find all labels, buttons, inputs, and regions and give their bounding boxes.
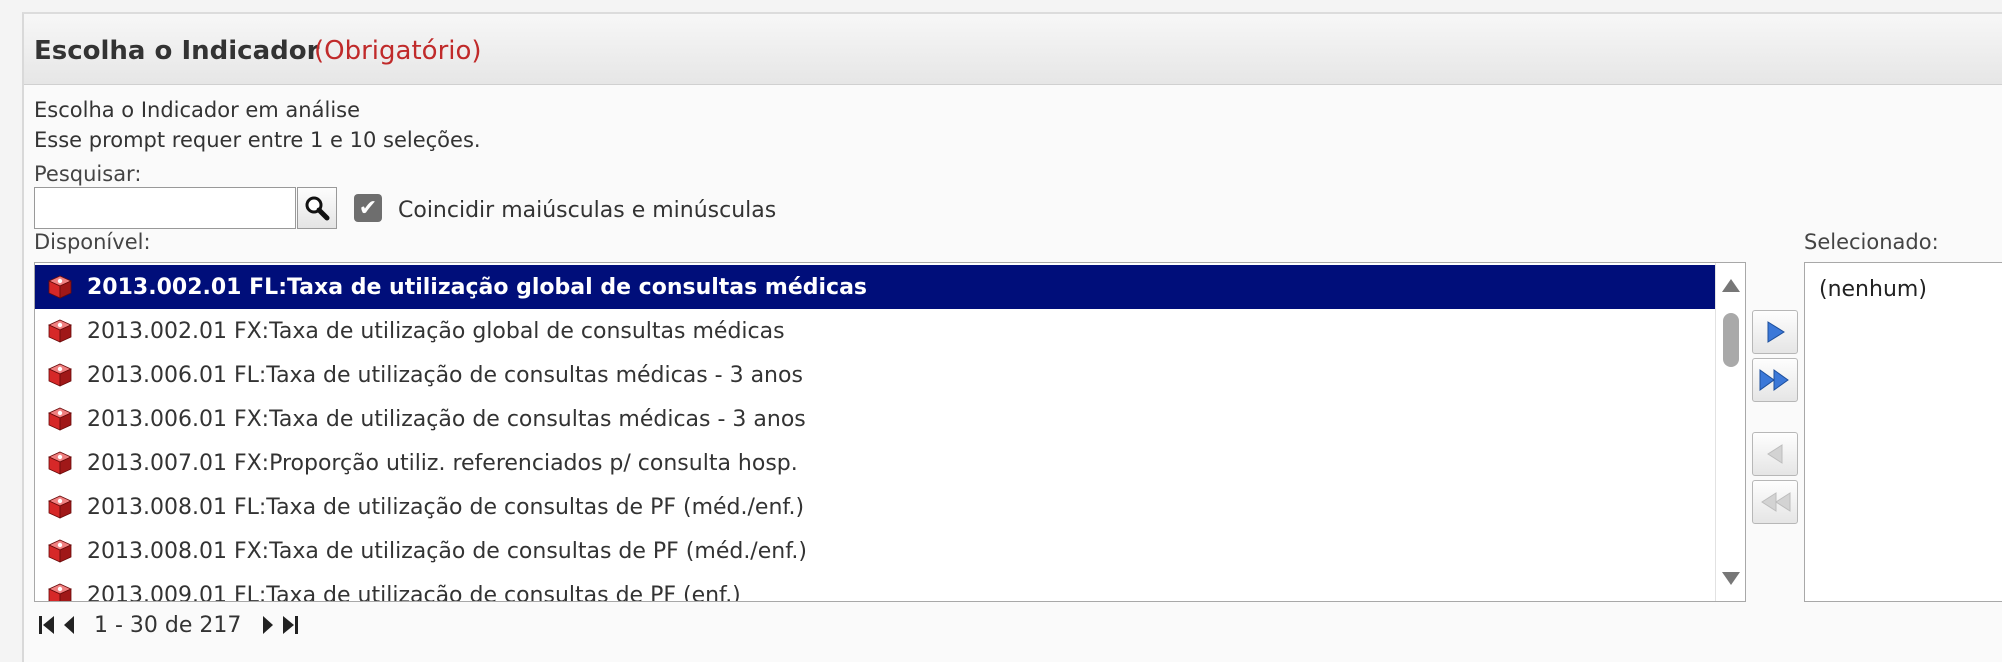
pager-text: 1 - 30 de 217 — [94, 612, 242, 638]
list-item-label: 2013.008.01 FL:Taxa de utilização de con… — [87, 494, 805, 520]
double-arrow-left-icon — [1761, 492, 1791, 512]
cube-icon — [48, 583, 72, 601]
first-page-icon[interactable] — [38, 614, 56, 636]
last-page-icon[interactable] — [281, 614, 299, 636]
selection-rule: Esse prompt requer entre 1 e 10 seleções… — [34, 128, 481, 152]
list-item[interactable]: 2013.008.01 FL:Taxa de utilização de con… — [35, 485, 1715, 529]
list-item-label: 2013.006.01 FL:Taxa de utilização de con… — [87, 362, 803, 388]
list-item-label: 2013.007.01 FX:Proporção utiliz. referen… — [87, 450, 798, 476]
selected-list[interactable]: (nenhum) — [1804, 262, 2002, 602]
panel-title: Escolha o Indicador — [34, 36, 320, 66]
search-input[interactable] — [34, 187, 296, 229]
selected-label: Selecionado: — [1804, 230, 1939, 254]
list-item-label: 2013.006.01 FX:Taxa de utilização de con… — [87, 406, 806, 432]
list-item-label: 2013.008.01 FX:Taxa de utilização de con… — [87, 538, 807, 564]
list-item[interactable]: 2013.006.01 FL:Taxa de utilização de con… — [35, 353, 1715, 397]
scroll-down-arrow[interactable] — [1722, 572, 1740, 585]
panel-header: Escolha o Indicador (Obrigatório) — [24, 14, 2002, 85]
required-label: (Obrigatório) — [314, 36, 482, 66]
list-item[interactable]: 2013.002.01 FL:Taxa de utilização global… — [35, 265, 1715, 309]
cube-icon — [48, 275, 72, 299]
list-item[interactable]: 2013.008.01 FX:Taxa de utilização de con… — [35, 529, 1715, 573]
available-list-scrollbar[interactable] — [1715, 263, 1745, 601]
remove-button[interactable] — [1752, 432, 1798, 476]
next-page-icon[interactable] — [261, 614, 275, 636]
list-item[interactable]: 2013.009.01 FL:Taxa de utilização de con… — [35, 573, 1715, 602]
list-item-label: 2013.009.01 FL:Taxa de utilização de con… — [87, 582, 741, 602]
scroll-thumb[interactable] — [1723, 313, 1739, 367]
remove-all-button[interactable] — [1752, 480, 1798, 524]
search-icon — [305, 196, 330, 221]
cube-icon — [48, 319, 72, 343]
list-item[interactable]: 2013.007.01 FX:Proporção utiliz. referen… — [35, 441, 1715, 485]
search-button[interactable] — [297, 187, 337, 229]
cube-icon — [48, 451, 72, 475]
cube-icon — [48, 539, 72, 563]
selected-empty-text: (nenhum) — [1819, 277, 1927, 302]
prompt-panel: Escolha o Indicador (Obrigatório) Escolh… — [22, 12, 2002, 662]
list-item[interactable]: 2013.006.01 FX:Taxa de utilização de con… — [35, 397, 1715, 441]
match-case-checkbox[interactable]: ✔ — [354, 194, 382, 222]
cube-icon — [48, 407, 72, 431]
available-list[interactable]: 2013.002.01 FL:Taxa de utilização global… — [34, 262, 1746, 602]
cube-icon — [48, 363, 72, 387]
double-arrow-right-icon — [1759, 369, 1789, 391]
pager: 1 - 30 de 217 — [38, 610, 305, 640]
add-button[interactable] — [1752, 310, 1798, 354]
previous-page-icon[interactable] — [62, 614, 76, 636]
available-label: Disponível: — [34, 230, 151, 254]
list-item-label: 2013.002.01 FX:Taxa de utilização global… — [87, 318, 785, 344]
cube-icon — [48, 495, 72, 519]
add-all-button[interactable] — [1752, 358, 1798, 402]
match-case-label: Coincidir maiúsculas e minúsculas — [398, 198, 777, 223]
search-label: Pesquisar: — [34, 162, 142, 186]
scroll-up-arrow[interactable] — [1722, 279, 1740, 292]
arrow-right-icon — [1767, 321, 1785, 343]
list-item[interactable]: 2013.002.01 FX:Taxa de utilização global… — [35, 309, 1715, 353]
arrow-left-icon — [1767, 444, 1783, 464]
prompt-description: Escolha o Indicador em análise — [34, 98, 361, 122]
list-item-label: 2013.002.01 FL:Taxa de utilização global… — [87, 274, 868, 300]
